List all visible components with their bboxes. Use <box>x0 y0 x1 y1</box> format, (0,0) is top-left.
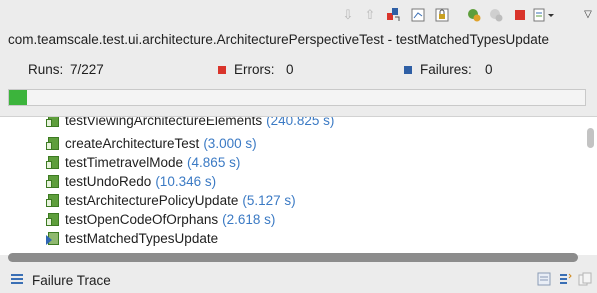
test-time: (10.346 s) <box>155 174 217 189</box>
toolbar: ⇩ ⇧ ▽ <box>0 0 597 34</box>
rerun-test-icon[interactable] <box>466 7 482 23</box>
stop-icon[interactable] <box>512 7 528 23</box>
test-item[interactable]: testArchitecturePolicyUpdate (5.127 s) <box>46 191 296 210</box>
failure-icon <box>404 66 412 74</box>
test-item[interactable]: createArchitectureTest (3.000 s) <box>46 134 257 153</box>
test-time: (240.825 s) <box>266 116 335 128</box>
error-icon <box>218 66 226 74</box>
test-passed-icon <box>46 174 60 189</box>
test-item[interactable]: testViewingArchitectureElements (240.825 … <box>46 116 335 130</box>
progress-bar <box>8 89 586 106</box>
copy-trace-icon[interactable] <box>578 272 592 286</box>
test-item[interactable]: testOpenCodeOfOrphans (2.618 s) <box>46 210 275 229</box>
test-run-title: com.teamscale.test.ui.architecture.Archi… <box>8 32 549 47</box>
test-running-icon <box>46 231 60 246</box>
errors-value: 0 <box>286 62 294 77</box>
test-passed-icon <box>46 117 60 128</box>
test-time: (4.865 s) <box>187 155 241 170</box>
runs-label: Runs: <box>28 62 64 77</box>
test-passed-icon <box>46 212 60 227</box>
test-time: (3.000 s) <box>203 136 257 151</box>
test-passed-icon <box>46 155 60 170</box>
test-time: (2.618 s) <box>222 212 276 227</box>
test-name: createArchitectureTest <box>65 136 200 151</box>
arrow-up-icon[interactable]: ⇧ <box>362 7 378 23</box>
vertical-scrollbar[interactable] <box>587 128 594 148</box>
compare-result-icon[interactable] <box>537 272 551 286</box>
test-name: testUndoRedo <box>65 174 152 189</box>
test-name: testMatchedTypesUpdate <box>65 231 219 246</box>
view-menu-icon[interactable]: ▽ <box>582 7 594 23</box>
failures-label: Failures: <box>420 62 472 77</box>
failure-trace-label: Failure Trace <box>32 273 111 288</box>
test-name: testViewingArchitectureElements <box>65 116 263 128</box>
test-name: testArchitecturePolicyUpdate <box>65 193 239 208</box>
lock-icon[interactable] <box>434 7 450 23</box>
history-icon[interactable] <box>386 7 402 23</box>
test-item[interactable]: testUndoRedo (10.346 s) <box>46 172 216 191</box>
test-item[interactable]: testMatchedTypesUpdate <box>46 229 222 248</box>
horizontal-scrollbar[interactable] <box>8 253 578 262</box>
test-counters: Runs: 7/227 Errors: 0 Failures: 0 <box>0 58 597 84</box>
test-name: testTimetravelMode <box>65 155 184 170</box>
compare-icon[interactable] <box>410 7 426 23</box>
progress-fill <box>9 90 27 105</box>
test-name: testOpenCodeOfOrphans <box>65 212 219 227</box>
rerun-failed-icon[interactable] <box>488 7 504 23</box>
test-tree[interactable]: testViewingArchitectureElements (240.825 … <box>0 116 597 255</box>
test-passed-icon <box>46 136 60 151</box>
stack-trace-icon <box>11 274 23 284</box>
arrow-down-icon[interactable]: ⇩ <box>340 7 356 23</box>
test-item[interactable]: testTimetravelMode (4.865 s) <box>46 153 240 172</box>
failures-value: 0 <box>485 62 493 77</box>
filter-stack-icon[interactable] <box>558 272 572 286</box>
runs-value: 7/227 <box>70 62 104 77</box>
errors-label: Errors: <box>234 62 275 77</box>
test-time: (5.127 s) <box>242 193 296 208</box>
test-passed-icon <box>46 193 60 208</box>
history-menu-icon[interactable] <box>532 7 556 23</box>
failure-trace-header: Failure Trace <box>0 267 597 293</box>
